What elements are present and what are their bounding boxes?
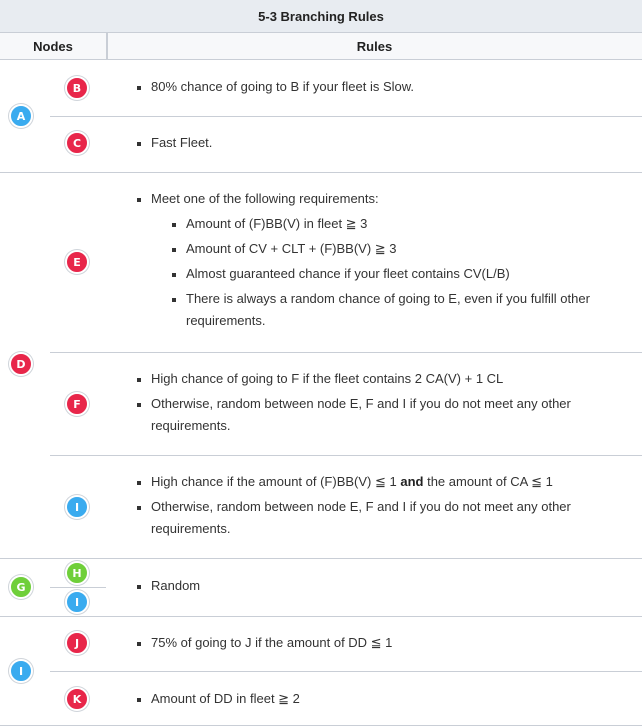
node-i-badge: I (65, 590, 89, 614)
group-divider (0, 172, 642, 173)
node-g-badge: G (9, 575, 33, 599)
rule-item: 80% chance of going to B if your fleet i… (137, 76, 627, 98)
rules-b: 80% chance of going to B if your fleet i… (137, 76, 627, 98)
rules-i: High chance if the amount of (F)BB(V) ≦ … (137, 471, 627, 540)
rule-text: High chance if the amount of (F)BB(V) ≦ … (151, 474, 401, 489)
rules-c: Fast Fleet. (137, 132, 627, 154)
nodes-column-header: Nodes (0, 33, 107, 60)
node-e-badge: E (65, 250, 89, 274)
rule-item: Otherwise, random between node E, F and … (137, 496, 627, 540)
node-a-badge: A (9, 104, 33, 128)
node-i-badge: I (9, 659, 33, 683)
rules-g: Random (137, 575, 627, 597)
requirement-item: Almost guaranteed chance if your fleet c… (172, 263, 627, 285)
rule-emphasis: and (400, 474, 424, 489)
row-divider (50, 455, 642, 456)
rules-j: 75% of going to J if the amount of DD ≦ … (137, 632, 627, 654)
node-c-badge: C (65, 131, 89, 155)
rule-item: High chance of going to F if the fleet c… (137, 368, 627, 390)
row-divider (50, 352, 642, 353)
node-i-badge: I (65, 495, 89, 519)
requirement-item: There is always a random chance of going… (172, 288, 627, 332)
row-divider (50, 587, 106, 588)
rules-column-header: Rules (107, 33, 642, 60)
group-divider (0, 558, 642, 559)
node-h-badge: H (65, 561, 89, 585)
row-divider (50, 116, 642, 117)
rule-item: Meet one of the following requirements: … (137, 188, 627, 332)
rule-item: Otherwise, random between node E, F and … (137, 393, 627, 437)
requirement-item: Amount of (F)BB(V) in fleet ≧ 3 (172, 213, 627, 235)
table-title: 5-3 Branching Rules (0, 0, 642, 33)
rule-item: Fast Fleet. (137, 132, 627, 154)
rule-item: Amount of DD in fleet ≧ 2 (137, 688, 627, 710)
group-divider (0, 616, 642, 617)
rules-k: Amount of DD in fleet ≧ 2 (137, 688, 627, 710)
node-j-badge: J (65, 631, 89, 655)
rule-intro: Meet one of the following requirements: (151, 191, 379, 206)
node-k-badge: K (65, 687, 89, 711)
rules-e: Meet one of the following requirements: … (137, 188, 627, 332)
rule-item: Random (137, 575, 627, 597)
node-d-badge: D (9, 352, 33, 376)
row-divider (50, 671, 642, 672)
rule-item: 75% of going to J if the amount of DD ≦ … (137, 632, 627, 654)
requirement-item: Amount of CV + CLT + (F)BB(V) ≧ 3 (172, 238, 627, 260)
rules-f: High chance of going to F if the fleet c… (137, 368, 627, 437)
column-divider (107, 33, 108, 60)
branching-rules-table: 5-3 Branching Rules Nodes Rules A B C D … (0, 0, 642, 726)
node-f-badge: F (65, 392, 89, 416)
rule-text: the amount of CA ≦ 1 (423, 474, 553, 489)
requirement-list: Amount of (F)BB(V) in fleet ≧ 3 Amount o… (172, 213, 627, 332)
rule-item: High chance if the amount of (F)BB(V) ≦ … (137, 471, 627, 493)
node-b-badge: B (65, 76, 89, 100)
